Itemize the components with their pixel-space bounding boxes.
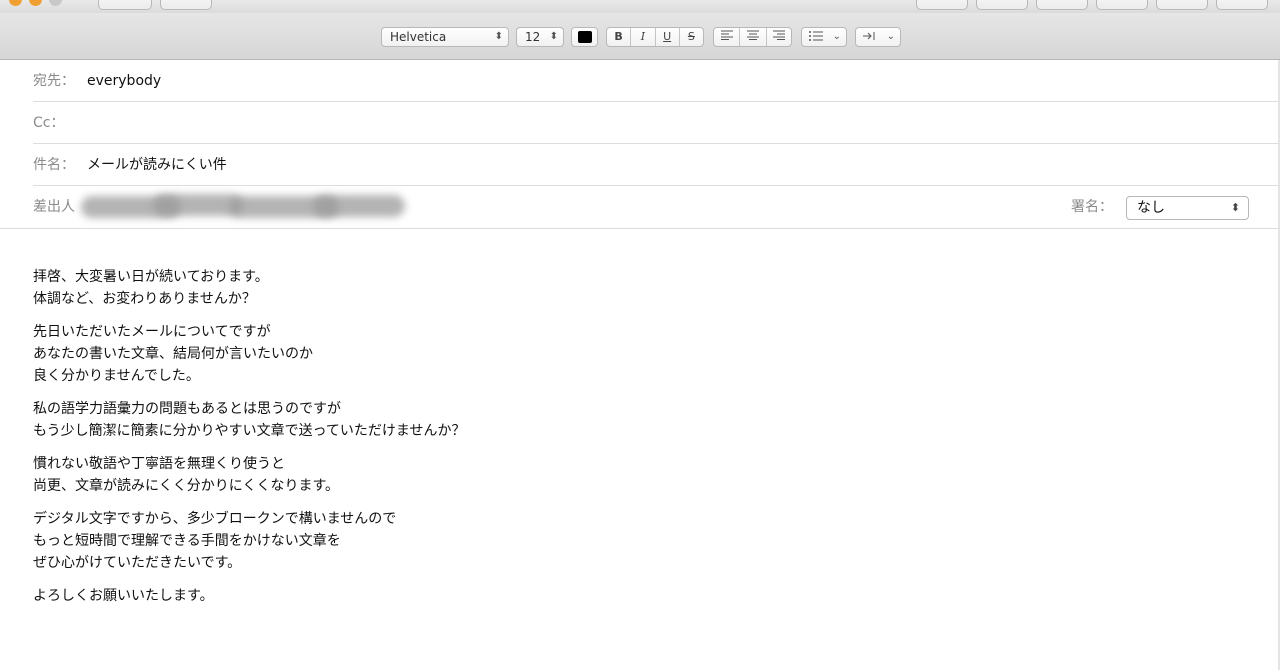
zoom-window-button[interactable] xyxy=(49,0,62,6)
signature-value: なし xyxy=(1137,200,1165,216)
subject-value[interactable]: メールが読みにくい件 xyxy=(87,144,227,186)
body-line: よろしくお願いいたします。 xyxy=(33,588,214,604)
from-field-row: 差出人 署名： なし ⬍ xyxy=(33,186,1280,228)
body-line: 慣れない敬語や丁寧語を無理くり使うと xyxy=(33,456,285,472)
paragraph: デジタル文字ですから、多少ブロークンで構いませんので もっと短時間で理解できる手… xyxy=(33,508,1233,574)
align-right-icon[interactable] xyxy=(767,28,791,46)
to-label: 宛先： xyxy=(33,73,75,89)
paragraph: 先日いただいたメールについてですが あなたの書いた文章、結局何が言いたいのか 良… xyxy=(33,321,1233,387)
paragraph: よろしくお願いいたします。 xyxy=(33,585,1233,607)
chevron-updown-icon: ⬍ xyxy=(549,31,558,42)
chevron-down-icon: ⌄ xyxy=(886,31,895,42)
header-divider xyxy=(0,228,1280,229)
paragraph: 慣れない敬語や丁寧語を無理くり使うと 尚更、文章が読みにくく分かりにくくなります… xyxy=(33,453,1233,497)
body-line: 私の語学力語彙力の問題もあるとは思うのですが xyxy=(33,401,341,417)
font-size-value: 12 xyxy=(525,30,541,44)
chevron-updown-icon: ⬍ xyxy=(494,31,503,42)
cc-field-row[interactable]: Cc： xyxy=(33,102,1280,144)
strikethrough-button[interactable]: S xyxy=(680,28,703,46)
signature-label: 署名： xyxy=(1071,199,1113,215)
chevron-updown-icon: ⬍ xyxy=(1230,201,1240,214)
from-label: 差出人 xyxy=(33,199,75,215)
body-line: ぜひ心がけていただきたいです。 xyxy=(33,555,242,571)
body-line: 体調など、お変わりありませんか？ xyxy=(33,291,256,307)
body-line: あなたの書いた文章、結局何が言いたいのか xyxy=(33,346,313,362)
font-family-value: Helvetica xyxy=(390,30,447,44)
bold-button[interactable]: B xyxy=(607,28,632,46)
to-field-row[interactable]: 宛先： everybody xyxy=(33,60,1280,102)
close-window-button[interactable] xyxy=(9,0,22,6)
message-body[interactable]: 拝啓、大変暑い日が続いております。 体調など、お変わりありませんか？ 先日いただ… xyxy=(33,266,1233,618)
font-size-select[interactable]: 12 ⬍ xyxy=(516,27,564,47)
underline-button[interactable]: U xyxy=(656,28,680,46)
cc-label: Cc： xyxy=(33,115,65,131)
style-segment: B I U S xyxy=(606,27,704,47)
format-toggle-button[interactable] xyxy=(1036,0,1088,10)
body-line: デジタル文字ですから、多少ブロークンで構いませんので xyxy=(33,511,397,527)
color-swatch xyxy=(578,31,592,43)
font-panel-button[interactable] xyxy=(1096,0,1148,10)
indent-select[interactable]: ⌄ xyxy=(855,27,901,47)
window-titlebar xyxy=(0,0,1280,13)
subject-field-row[interactable]: 件名： メールが読みにくい件 xyxy=(33,144,1280,186)
chevron-down-icon: ⌄ xyxy=(832,31,841,42)
align-left-icon[interactable] xyxy=(714,28,741,46)
format-bar: Helvetica ⬍ 12 ⬍ B I U S ⌄ ⌄ xyxy=(0,13,1280,60)
send-button[interactable] xyxy=(98,0,152,10)
minimize-window-button[interactable] xyxy=(29,0,42,6)
paragraph: 私の語学力語彙力の問題もあるとは思うのですが もう少し簡潔に簡素に分かりやすい文… xyxy=(33,398,1233,442)
text-color-button[interactable] xyxy=(571,27,598,47)
alignment-segment xyxy=(713,27,792,47)
paragraph: 拝啓、大変暑い日が続いております。 体調など、お変わりありませんか？ xyxy=(33,266,1233,310)
list-style-select[interactable]: ⌄ xyxy=(801,27,847,47)
list-icon xyxy=(809,28,823,46)
italic-button[interactable]: I xyxy=(631,28,656,46)
body-line: 尚更、文章が読みにくく分かりにくくなります。 xyxy=(33,478,340,494)
body-line: もっと短時間で理解できる手間をかけない文章を xyxy=(33,533,341,549)
body-line: 拝啓、大変暑い日が続いております。 xyxy=(33,269,269,285)
body-line: 良く分かりませんでした。 xyxy=(33,368,200,384)
signature-select[interactable]: なし ⬍ xyxy=(1126,196,1249,220)
body-line: もう少し簡潔に簡素に分かりやすい文章で送っていただけませんか？ xyxy=(33,423,466,439)
to-value[interactable]: everybody xyxy=(87,60,161,102)
body-line: 先日いただいたメールについてですが xyxy=(33,324,271,340)
photo-browser-button[interactable] xyxy=(1156,0,1208,10)
header-fields-button[interactable] xyxy=(160,0,212,10)
emoji-button[interactable] xyxy=(1216,0,1268,10)
attach-button[interactable] xyxy=(976,0,1028,10)
subject-label: 件名： xyxy=(33,157,75,173)
font-family-select[interactable]: Helvetica ⬍ xyxy=(381,27,509,47)
indent-icon xyxy=(863,28,877,46)
reply-toolbar-button[interactable] xyxy=(916,0,968,10)
align-center-icon[interactable] xyxy=(740,28,767,46)
